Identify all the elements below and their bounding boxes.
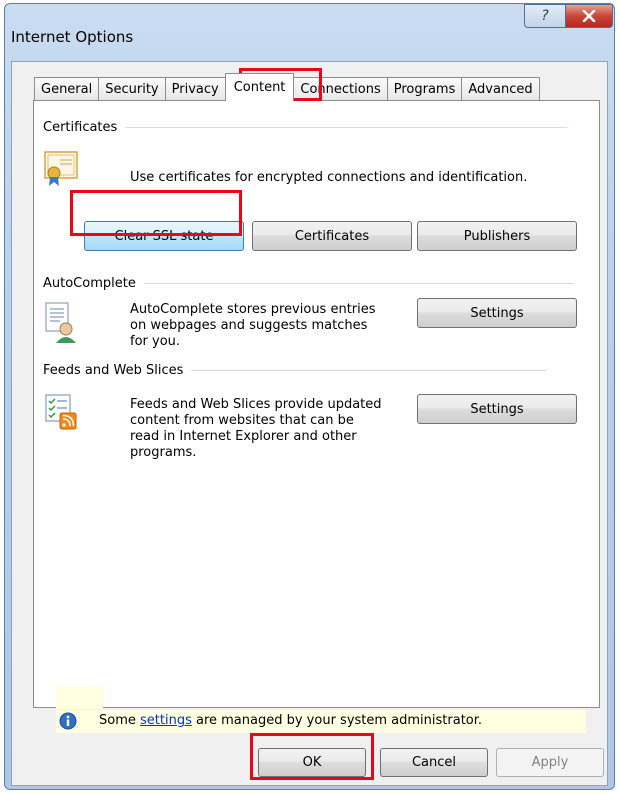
- autocomplete-description-line-2: on webpages and suggests matches: [130, 318, 368, 333]
- window-title: Internet Options: [11, 28, 134, 46]
- autocomplete-description-line-1: AutoComplete stores previous entries: [130, 302, 376, 317]
- autocomplete-group-header: AutoComplete: [43, 276, 574, 291]
- autocomplete-icon: [45, 302, 76, 343]
- tab-security[interactable]: Security: [98, 77, 166, 101]
- tab-general[interactable]: General: [34, 77, 100, 101]
- feeds-heading: Feeds and Web Slices: [43, 363, 184, 378]
- close-icon: [582, 10, 596, 22]
- certificates-group-header: Certificates: [43, 120, 568, 135]
- ok-button-highlight: [250, 733, 374, 780]
- publishers-button[interactable]: Publishers: [417, 221, 577, 251]
- tab-privacy[interactable]: Privacy: [164, 77, 226, 101]
- certificates-button[interactable]: Certificates: [252, 221, 412, 251]
- settings-link[interactable]: settings: [140, 713, 192, 728]
- title-bar[interactable]: Internet Options ?: [5, 4, 614, 62]
- feeds-description-line-3: read in Internet Explorer and other: [130, 429, 357, 444]
- help-button[interactable]: ?: [524, 4, 566, 28]
- tab-advanced[interactable]: Advanced: [461, 77, 540, 101]
- certificate-icon: [44, 151, 78, 186]
- info-icon: [59, 712, 77, 730]
- internet-options-window: Internet Options ? General Security Priv…: [4, 3, 615, 790]
- divider: [125, 127, 568, 128]
- apply-button[interactable]: Apply: [496, 748, 604, 777]
- feeds-description-line-2: content from websites that can be: [130, 413, 354, 428]
- feeds-group-header: Feeds and Web Slices: [43, 363, 547, 378]
- feeds-description-line-4: programs.: [130, 445, 197, 460]
- feeds-settings-button[interactable]: Settings: [417, 394, 577, 424]
- feeds-description-line-1: Feeds and Web Slices provide updated: [130, 397, 382, 412]
- certificates-description: Use certificates for encrypted connectio…: [130, 170, 528, 185]
- divider: [191, 370, 547, 371]
- clear-ssl-highlight: [70, 190, 242, 236]
- autocomplete-settings-button[interactable]: Settings: [417, 298, 577, 328]
- divider: [143, 283, 574, 284]
- info-text-suffix: are managed by your system administrator…: [191, 713, 483, 728]
- cancel-button[interactable]: Cancel: [380, 748, 488, 777]
- autocomplete-heading: AutoComplete: [43, 276, 136, 291]
- certificates-heading: Certificates: [43, 120, 118, 135]
- help-icon: ?: [541, 8, 549, 24]
- dialog-client-area: General Security Privacy Content Connect…: [11, 61, 608, 786]
- feeds-icon: [45, 394, 77, 430]
- info-bar-highlight: [56, 686, 103, 709]
- info-text-prefix: Some: [99, 713, 140, 728]
- tab-content[interactable]: Content: [224, 73, 295, 101]
- tab-strip: General Security Privacy Content Connect…: [34, 73, 540, 101]
- admin-info-text: Some settings are managed by your system…: [99, 713, 482, 728]
- tab-programs[interactable]: Programs: [386, 77, 463, 101]
- autocomplete-description-line-3: for you.: [130, 334, 181, 349]
- close-button[interactable]: [565, 4, 613, 28]
